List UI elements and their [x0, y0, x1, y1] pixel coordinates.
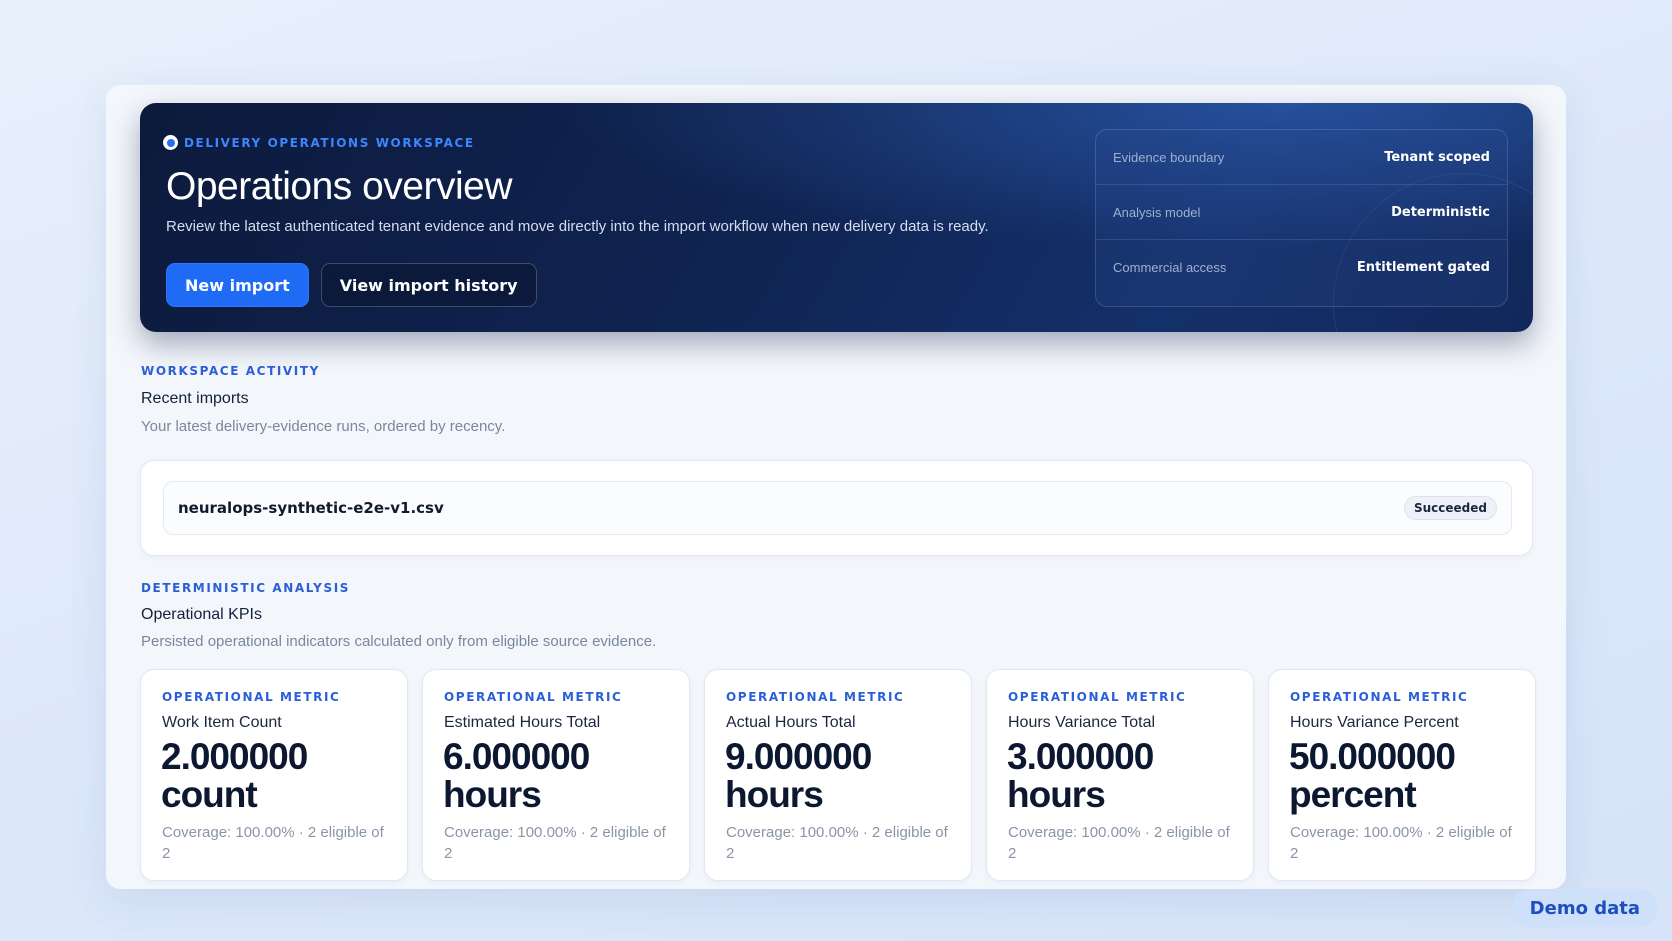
hero-description: Review the latest authenticated tenant e… — [166, 218, 989, 235]
analysis-eyebrow: DETERMINISTIC ANALYSIS — [141, 581, 351, 595]
fact-row-commercial-access: Commercial access Entitlement gated — [1096, 240, 1507, 295]
kpi-coverage: Coverage: 100.00% · 2 eligible of 2 — [726, 824, 948, 862]
kpi-name: Hours Variance Total — [1008, 714, 1156, 731]
hero-actions: New import View import history — [166, 263, 537, 307]
page-title: Operations overview — [166, 165, 513, 208]
import-row[interactable]: neuralops-synthetic-e2e-v1.csv Succeeded — [163, 481, 1512, 535]
fact-value: Deterministic — [1391, 204, 1490, 220]
fact-value: Tenant scoped — [1384, 149, 1490, 165]
fact-label: Evidence boundary — [1113, 149, 1225, 165]
kpi-eyebrow: OPERATIONAL METRIC — [444, 690, 623, 704]
demo-data-badge[interactable]: Demo data — [1511, 889, 1658, 927]
kpi-name: Estimated Hours Total — [444, 714, 601, 731]
activity-description: Your latest delivery-evidence runs, orde… — [141, 418, 506, 435]
fact-row-evidence-boundary: Evidence boundary Tenant scoped — [1096, 130, 1507, 185]
kpi-value: 50.000000 percent — [1289, 736, 1456, 815]
kpi-card-estimated-hours-total: OPERATIONAL METRIC Estimated Hours Total… — [422, 669, 690, 881]
kpi-card-actual-hours-total: OPERATIONAL METRIC Actual Hours Total 9.… — [704, 669, 972, 881]
activity-eyebrow: WORKSPACE ACTIVITY — [141, 364, 320, 378]
kpi-card-hours-variance-percent: OPERATIONAL METRIC Hours Variance Percen… — [1268, 669, 1536, 881]
kpi-name: Hours Variance Percent — [1290, 714, 1459, 731]
fact-label: Commercial access — [1113, 260, 1227, 275]
kpi-coverage: Coverage: 100.00% · 2 eligible of 2 — [1008, 824, 1230, 862]
kpi-eyebrow: OPERATIONAL METRIC — [1008, 690, 1187, 704]
workspace-facts: Evidence boundary Tenant scoped Analysis… — [1095, 129, 1508, 307]
hero-eyebrow: DELIVERY OPERATIONS WORKSPACE — [184, 135, 475, 150]
workspace-dot-icon — [163, 135, 178, 150]
hero-banner: DELIVERY OPERATIONS WORKSPACE Operations… — [140, 103, 1533, 332]
status-badge: Succeeded — [1403, 496, 1497, 520]
fact-value: Entitlement gated — [1356, 260, 1490, 275]
import-file-name[interactable]: neuralops-synthetic-e2e-v1.csv — [178, 499, 444, 517]
app-stage: DELIVERY OPERATIONS WORKSPACE Operations… — [0, 0, 1672, 941]
kpi-card-work-item-count: OPERATIONAL METRIC Work Item Count 2.000… — [140, 669, 408, 881]
kpi-card-hours-variance-total: OPERATIONAL METRIC Hours Variance Total … — [986, 669, 1254, 881]
kpi-coverage: Coverage: 100.00% · 2 eligible of 2 — [162, 824, 384, 862]
kpi-value: 2.000000 count — [161, 736, 308, 815]
workspace-panel: DELIVERY OPERATIONS WORKSPACE Operations… — [106, 85, 1566, 889]
fact-row-analysis-model: Analysis model Deterministic — [1096, 185, 1507, 240]
kpi-name: Work Item Count — [162, 714, 282, 731]
new-import-button[interactable]: New import — [166, 263, 309, 307]
kpi-value: 3.000000 hours — [1007, 736, 1154, 815]
view-import-history-button[interactable]: View import history — [320, 263, 537, 307]
hero-eyebrow-row: DELIVERY OPERATIONS WORKSPACE — [163, 135, 475, 150]
kpi-coverage: Coverage: 100.00% · 2 eligible of 2 — [444, 824, 666, 862]
kpi-value: 9.000000 hours — [725, 736, 872, 815]
kpi-coverage: Coverage: 100.00% · 2 eligible of 2 — [1290, 824, 1512, 862]
kpi-name: Actual Hours Total — [726, 714, 856, 731]
analysis-description: Persisted operational indicators calcula… — [141, 633, 657, 650]
kpi-grid: OPERATIONAL METRIC Work Item Count 2.000… — [140, 669, 1536, 881]
fact-label: Analysis model — [1113, 204, 1201, 220]
activity-title: Recent imports — [141, 390, 249, 407]
recent-imports-card: neuralops-synthetic-e2e-v1.csv Succeeded — [140, 460, 1533, 556]
kpi-eyebrow: OPERATIONAL METRIC — [162, 690, 341, 704]
kpi-eyebrow: OPERATIONAL METRIC — [1290, 690, 1469, 704]
kpi-eyebrow: OPERATIONAL METRIC — [726, 690, 905, 704]
kpi-value: 6.000000 hours — [443, 736, 590, 815]
analysis-title: Operational KPIs — [141, 606, 262, 623]
